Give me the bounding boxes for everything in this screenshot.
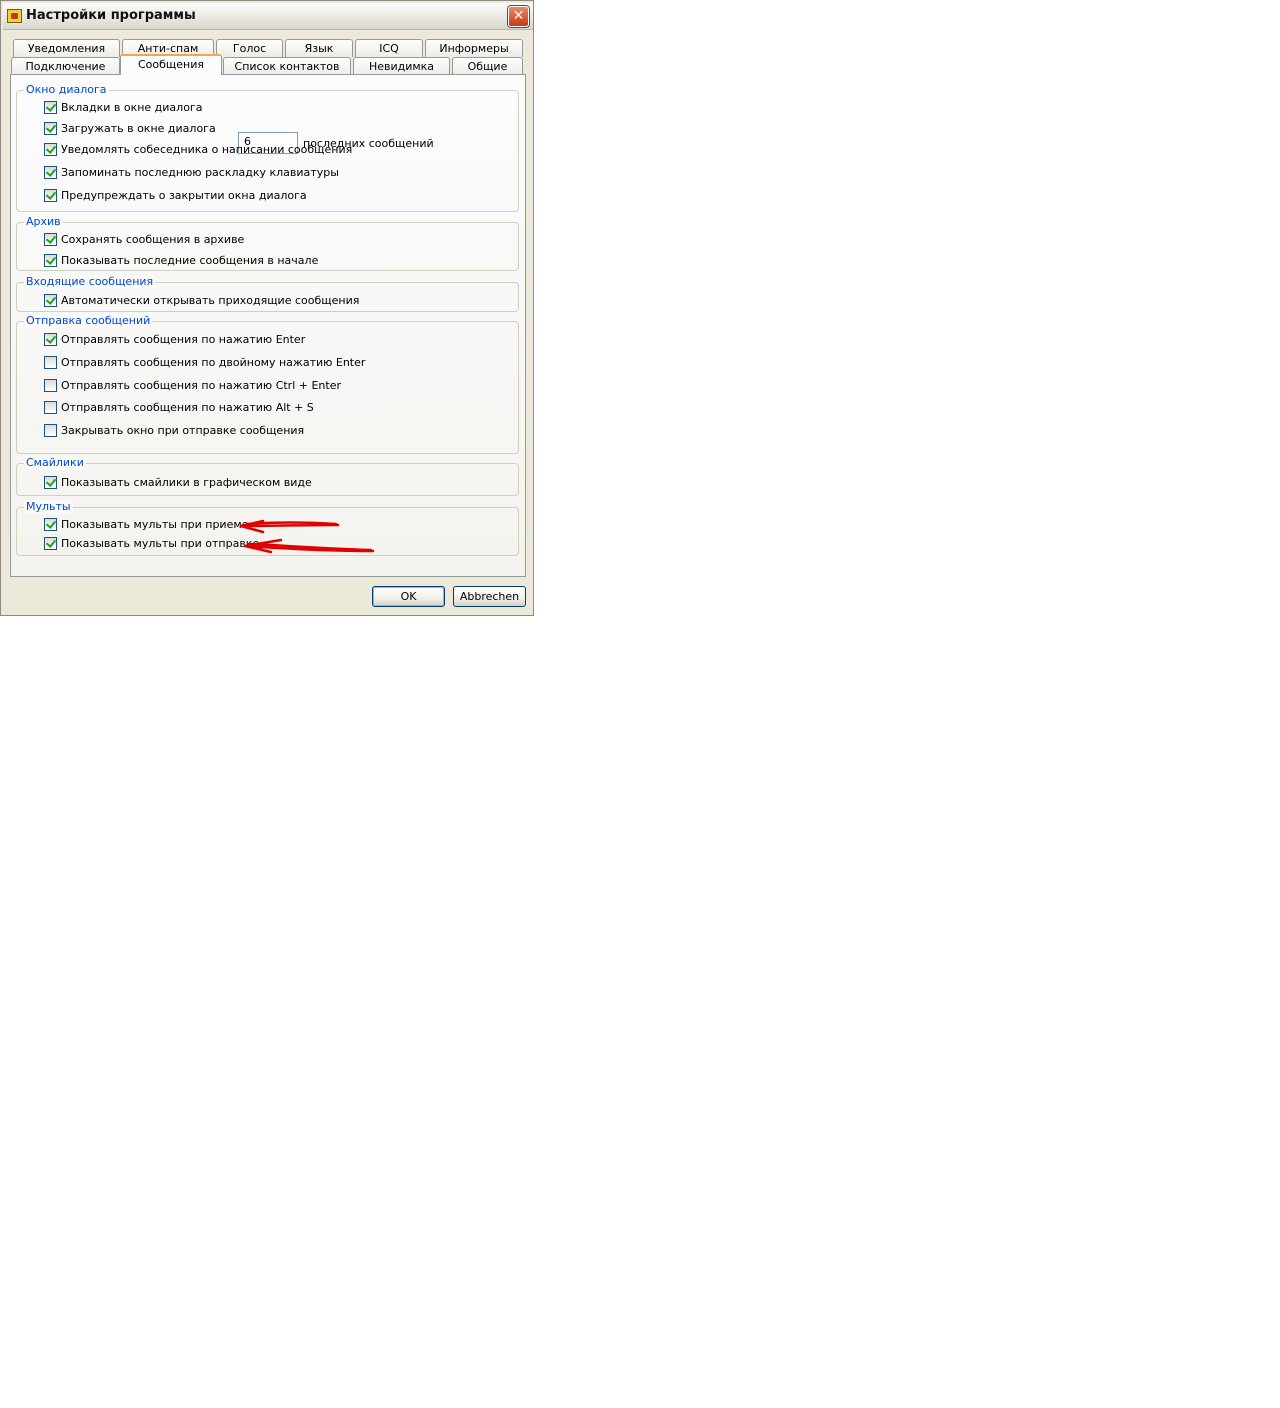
tab-informers[interactable]: Информеры — [425, 39, 523, 57]
tab-contact-list[interactable]: Список контактов — [223, 57, 351, 75]
settings-window: Настройки программы ✕ Уведомления Анти-с… — [0, 0, 534, 616]
option-label: Запоминать последнюю раскладку клавиатур… — [61, 166, 339, 179]
option-label: Отправлять сообщения по нажатию Alt + S — [61, 401, 314, 414]
option-label: Автоматически открывать приходящие сообщ… — [61, 294, 360, 307]
option-label: Загружать в окне диалога — [61, 122, 216, 135]
option-label: Отправлять сообщения по нажатию Ctrl + E… — [61, 379, 341, 392]
group-title: Входящие сообщения — [24, 275, 156, 289]
option-label: Предупреждать о закрытии окна диалога — [61, 189, 307, 202]
checkbox[interactable] — [44, 166, 57, 179]
tab-icq[interactable]: ICQ — [355, 39, 423, 57]
group-sending: Отправка сообщений Отправлять сообщения … — [16, 314, 519, 454]
option-label: Показывать последние сообщения в начале — [61, 254, 319, 267]
group-title: Отправка сообщений — [24, 314, 153, 328]
option-label: Закрывать окно при отправке сообщения — [61, 424, 305, 437]
checkbox[interactable] — [44, 143, 57, 156]
group-incoming: Входящие сообщения Автоматически открыва… — [16, 275, 519, 312]
option-label: Отправлять сообщения по нажатию Enter — [61, 333, 306, 346]
group-archive: Архив Сохранять сообщения в архиве Показ… — [16, 215, 519, 271]
checkbox[interactable] — [44, 254, 57, 267]
app-icon — [7, 9, 22, 23]
checkbox[interactable] — [44, 294, 57, 307]
tab-panel-messages: Окно диалога Вкладки в окне диалога Загр… — [10, 74, 526, 577]
group-title: Мульты — [24, 500, 73, 514]
tab-voice[interactable]: Голос — [216, 39, 283, 57]
group-multi: Мульты Показывать мульты при приеме Пока… — [16, 500, 519, 556]
checkbox[interactable] — [44, 518, 57, 531]
checkbox[interactable] — [44, 356, 57, 369]
group-dialog-window: Окно диалога Вкладки в окне диалога Загр… — [16, 83, 519, 212]
tab-notifications[interactable]: Уведомления — [13, 39, 120, 57]
option-label: Показывать смайлики в графическом виде — [61, 476, 312, 489]
checkbox[interactable] — [44, 537, 57, 550]
checkbox[interactable] — [44, 476, 57, 489]
group-title: Архив — [24, 215, 63, 229]
tab-general[interactable]: Общие — [452, 57, 523, 75]
option-label: Показывать мульты при приеме — [61, 518, 249, 531]
close-button[interactable]: ✕ — [508, 6, 529, 27]
option-label: Сохранять сообщения в архиве — [61, 233, 245, 246]
group-title: Смайлики — [24, 456, 86, 470]
tab-messages[interactable]: Сообщения — [120, 54, 222, 75]
close-icon: ✕ — [512, 8, 525, 24]
checkbox[interactable] — [44, 379, 57, 392]
option-label: Показывать мульты при отправке — [61, 537, 260, 550]
cancel-button[interactable]: Abbrechen — [453, 586, 526, 607]
checkbox[interactable] — [44, 333, 57, 346]
group-smileys: Смайлики Показывать смайлики в графическ… — [16, 456, 519, 496]
option-label: Вкладки в окне диалога — [61, 101, 203, 114]
checkbox[interactable] — [44, 233, 57, 246]
checkbox[interactable] — [44, 424, 57, 437]
checkbox[interactable] — [44, 189, 57, 202]
tab-connection[interactable]: Подключение — [11, 57, 120, 75]
tab-language[interactable]: Язык — [285, 39, 353, 57]
checkbox[interactable] — [44, 101, 57, 114]
window-title: Настройки программы — [26, 8, 196, 23]
tab-invisible[interactable]: Невидимка — [353, 57, 450, 75]
option-label: Уведомлять собеседника о написании сообщ… — [61, 143, 353, 156]
ok-button[interactable]: OK — [372, 586, 445, 607]
option-label: Отправлять сообщения по двойному нажатию… — [61, 356, 366, 369]
group-title: Окно диалога — [24, 83, 109, 97]
checkbox[interactable] — [44, 122, 57, 135]
title-bar[interactable]: Настройки программы ✕ — [3, 3, 533, 30]
checkbox[interactable] — [44, 401, 57, 414]
